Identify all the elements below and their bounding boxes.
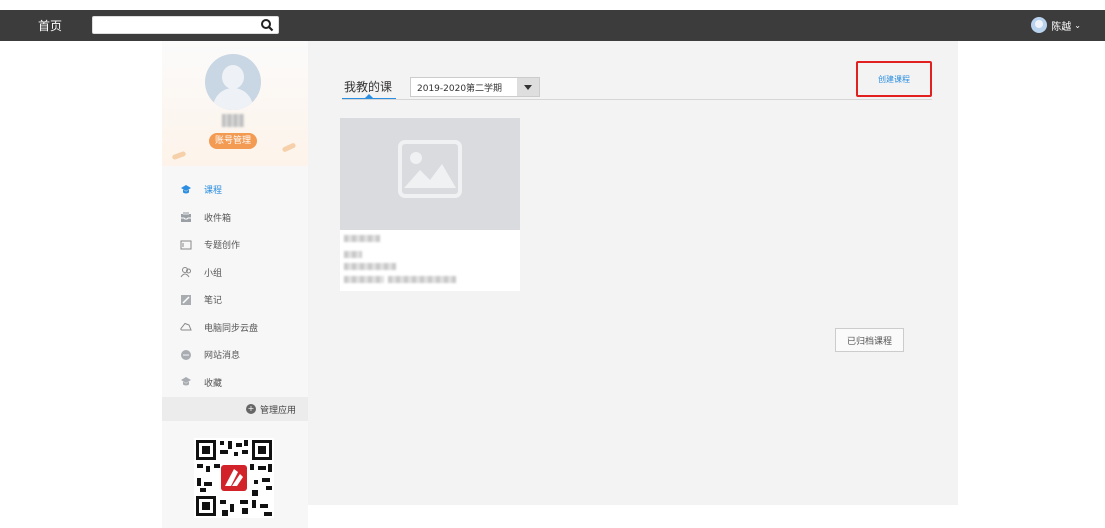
user-avatar[interactable] <box>1031 17 1048 33</box>
sidebar-item-label: 小组 <box>204 268 223 279</box>
favorite-icon <box>180 376 192 388</box>
course-card[interactable] <box>340 118 520 291</box>
top-navigation-bar: 首页 陈越 ⌄ <box>0 10 1105 41</box>
plus-icon: + <box>245 404 256 414</box>
sidebar-item-group[interactable]: 小组 <box>162 259 308 287</box>
sidebar-item-course[interactable]: 课程 <box>162 176 308 204</box>
term-select[interactable]: 2019-2020第二学期 <box>410 77 540 97</box>
tab-my-courses[interactable]: 我教的课 <box>344 78 392 95</box>
sidebar-item-note[interactable]: 笔记 <box>162 286 308 314</box>
create-course-label: 创建课程 <box>878 74 910 84</box>
account-management-button[interactable]: 账号管理 <box>209 133 257 149</box>
sidebar-item-inbox[interactable]: 收件箱 <box>162 204 308 232</box>
profile-avatar[interactable] <box>205 54 261 110</box>
sidebar-menu: 课程 收件箱 专题创作 小组 笔记 电脑同步云盘 网站消息 收藏 <box>162 166 308 396</box>
sidebar-item-label: 笔记 <box>204 296 223 307</box>
sidebar-item-topic[interactable]: 专题创作 <box>162 231 308 259</box>
sidebar: 账号管理 课程 收件箱 专题创作 小组 笔记 电脑同步云盘 网站消息 收藏 + … <box>162 41 308 528</box>
create-course-button[interactable]: 创建课程 <box>856 61 932 97</box>
chevron-down-icon[interactable]: ⌄ <box>1074 21 1081 30</box>
user-menu[interactable]: 陈越 ⌄ <box>1031 17 1081 33</box>
message-icon <box>180 349 192 361</box>
sidebar-item-message[interactable]: 网站消息 <box>162 341 308 369</box>
dropdown-arrow-icon[interactable] <box>517 78 539 96</box>
manage-apps-label: 管理应用 <box>259 405 296 416</box>
decoration <box>281 142 297 153</box>
profile-name-blurred <box>222 114 244 127</box>
main-content: 我教的课 2019-2020第二学期 创建课程 已归档课程 <box>308 41 958 505</box>
sidebar-item-label: 专题创作 <box>204 241 241 252</box>
archived-courses-button[interactable]: 已归档课程 <box>835 328 904 352</box>
course-teacher-blurred <box>344 276 384 283</box>
sidebar-item-label: 网站消息 <box>204 351 241 362</box>
course-info-blurred <box>344 251 362 258</box>
search-box[interactable] <box>92 16 279 34</box>
course-icon <box>180 184 192 196</box>
qr-code-image <box>194 438 274 518</box>
tab-divider <box>342 99 932 100</box>
sidebar-item-label: 收藏 <box>204 378 223 389</box>
search-icon[interactable] <box>260 18 274 32</box>
sidebar-item-label: 课程 <box>204 186 223 197</box>
group-icon <box>180 266 192 278</box>
search-input[interactable] <box>93 17 253 33</box>
sidebar-item-label: 电脑同步云盘 <box>204 323 259 334</box>
course-cover-image[interactable] <box>340 118 520 230</box>
user-name[interactable]: 陈越 <box>1051 18 1071 33</box>
term-select-value: 2019-2020第二学期 <box>417 83 503 94</box>
sidebar-item-favorite[interactable]: 收藏 <box>162 369 308 397</box>
course-teacher-blurred <box>388 276 456 283</box>
cloud-icon <box>180 321 192 333</box>
note-icon <box>180 294 192 306</box>
course-title-blurred <box>344 235 380 242</box>
manage-apps-button[interactable]: + 管理应用 <box>162 397 308 421</box>
archived-courses-label: 已归档课程 <box>846 336 892 347</box>
sidebar-item-label: 收件箱 <box>204 213 232 224</box>
inbox-icon <box>180 211 192 223</box>
profile-panel: 账号管理 <box>162 41 308 166</box>
image-placeholder-icon <box>398 140 462 198</box>
topic-icon <box>180 239 192 251</box>
sidebar-item-cloud[interactable]: 电脑同步云盘 <box>162 314 308 342</box>
course-info-blurred <box>344 263 396 270</box>
decoration <box>171 150 187 161</box>
home-link[interactable]: 首页 <box>38 17 62 34</box>
